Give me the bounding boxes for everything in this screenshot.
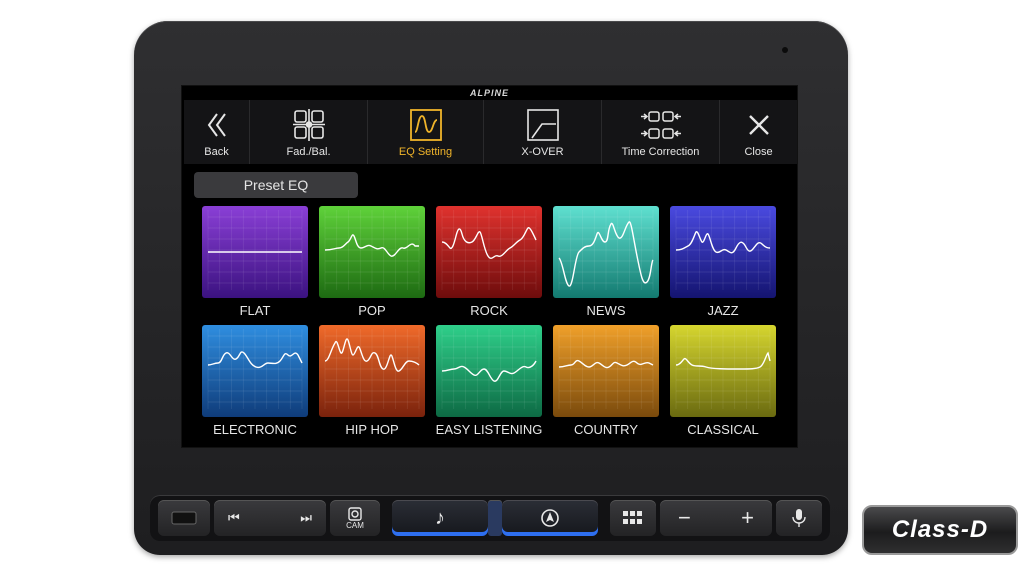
hardware-control-strip: ⏮ ⏭ CAM ♪ − + xyxy=(150,495,830,541)
preset-label-jazz: JAZZ xyxy=(707,303,739,318)
preset-tile-jazz[interactable]: JAZZ xyxy=(670,206,776,318)
close-label: Close xyxy=(744,146,773,158)
preset-label-pop: POP xyxy=(358,303,386,318)
microphone-icon xyxy=(792,509,806,527)
camera-button[interactable]: CAM xyxy=(330,500,380,536)
navigation-icon xyxy=(541,509,559,527)
eq-setting-label: EQ Setting xyxy=(398,146,453,158)
audio-menu-bar: Back Fad./Bal. EQ Setting X-OVER Time Co… xyxy=(184,100,797,164)
eq-curve-hip-hop xyxy=(319,325,425,417)
preset-label-rock: ROCK xyxy=(470,303,508,318)
eq-curve-country xyxy=(553,325,659,417)
time-correction-button[interactable]: Time Correction xyxy=(602,100,720,164)
fader-balance-label: Fad./Bal. xyxy=(286,146,331,158)
close-icon xyxy=(748,115,769,135)
previous-track-icon[interactable]: ⏮ xyxy=(228,510,240,526)
stage: ALPINE Back Fad./Bal. EQ Setting X-OVER … xyxy=(0,0,1024,575)
camera-label: CAM xyxy=(346,520,364,530)
navigation-button[interactable] xyxy=(502,500,598,536)
voice-button[interactable] xyxy=(776,500,822,536)
preset-label-easy-listening: EASY LISTENING xyxy=(435,422,543,437)
apps-grid-icon xyxy=(623,511,642,524)
preset-tile-flat[interactable]: FLAT xyxy=(202,206,308,318)
music-note-icon: ♪ xyxy=(435,506,445,529)
eq-curve-news xyxy=(553,206,659,298)
crossover-icon xyxy=(526,109,559,141)
preset-tile-electronic[interactable]: ELECTRONIC xyxy=(202,325,308,437)
brand-logo: ALPINE xyxy=(469,88,509,98)
home-indicator[interactable] xyxy=(488,500,502,536)
music-button[interactable]: ♪ xyxy=(392,500,488,536)
preset-label-classical: CLASSICAL xyxy=(687,422,759,437)
volume-down-icon[interactable]: − xyxy=(678,505,691,531)
next-track-icon[interactable]: ⏭ xyxy=(300,510,312,526)
preset-label-flat: FLAT xyxy=(239,303,271,318)
eq-curve-easy-listening xyxy=(436,325,542,417)
microphone-hole xyxy=(782,47,788,53)
x-over-button[interactable]: X-OVER xyxy=(484,100,602,164)
eq-curve-rock xyxy=(436,206,542,298)
preset-tile-country[interactable]: COUNTRY xyxy=(553,325,659,437)
preset-tile-rock[interactable]: ROCK xyxy=(436,206,542,318)
volume-up-icon[interactable]: + xyxy=(741,505,754,531)
back-label: Back xyxy=(204,146,229,158)
eject-slot-icon xyxy=(171,511,197,525)
eq-setting-button[interactable]: EQ Setting xyxy=(368,100,484,164)
x-over-label: X-OVER xyxy=(521,146,564,158)
preset-label-hip-hop: HIP HOP xyxy=(345,422,399,437)
eq-curve-jazz xyxy=(670,206,776,298)
camera-icon xyxy=(348,506,362,521)
preset-tile-news[interactable]: NEWS xyxy=(553,206,659,318)
apps-button[interactable] xyxy=(610,500,656,536)
close-button[interactable]: Close xyxy=(720,100,797,164)
back-button[interactable]: Back xyxy=(184,100,250,164)
track-skip-buttons: ⏮ ⏭ xyxy=(214,500,326,536)
time-correction-icon xyxy=(640,111,681,139)
preset-tile-pop[interactable]: POP xyxy=(319,206,425,318)
eject-button[interactable] xyxy=(158,500,210,536)
preset-tile-hip-hop[interactable]: HIP HOP xyxy=(319,325,425,437)
back-icon xyxy=(207,113,226,137)
preset-tile-classical[interactable]: CLASSICAL xyxy=(670,325,776,437)
eq-curve-pop xyxy=(319,206,425,298)
eq-curve-classical xyxy=(670,325,776,417)
preset-eq-header: Preset EQ xyxy=(194,172,358,198)
preset-label-news: NEWS xyxy=(586,303,626,318)
volume-buttons: − + xyxy=(660,500,772,536)
fader-balance-button[interactable]: Fad./Bal. xyxy=(250,100,368,164)
seats-icon xyxy=(292,109,325,141)
touch-screen: ALPINE Back Fad./Bal. EQ Setting X-OVER … xyxy=(181,85,798,448)
eq-wave-icon xyxy=(409,109,442,141)
class-d-badge: Class-D xyxy=(862,505,1018,555)
preset-label-country: COUNTRY xyxy=(573,422,639,437)
eq-curve-electronic xyxy=(202,325,308,417)
preset-tile-easy-listening[interactable]: EASY LISTENING xyxy=(436,325,542,437)
eq-curve-flat xyxy=(202,206,308,298)
time-correction-label: Time Correction xyxy=(621,146,700,158)
preset-label-electronic: ELECTRONIC xyxy=(213,422,297,437)
